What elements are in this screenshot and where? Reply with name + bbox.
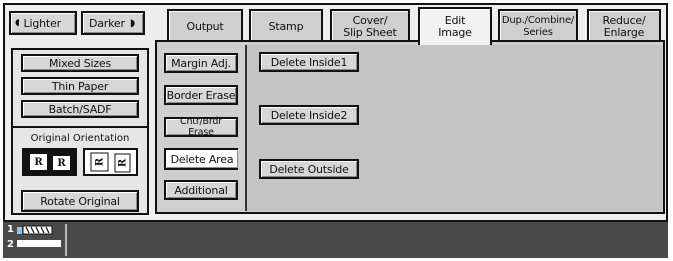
thin-paper-button[interactable]: Thin Paper (21, 77, 139, 95)
cntr-brdr-erase-label: Cntr/Brdr Erase (180, 116, 222, 138)
divider (13, 126, 147, 128)
status-divider (65, 224, 67, 256)
portrait-document-icon: R (52, 155, 71, 171)
tray1-paper-icon (17, 225, 53, 235)
additional-button[interactable]: Additional (164, 180, 238, 200)
tab-label: Reduce/ Enlarge (602, 13, 646, 39)
margin-adj-button[interactable]: Margin Adj. (164, 53, 238, 73)
tab-edit-image[interactable]: Edit Image (418, 7, 492, 45)
landscape-letter: R (94, 157, 105, 167)
border-erase-button[interactable]: Border Erase (164, 85, 238, 105)
portrait-letter: R (57, 157, 66, 169)
delete-inside1-label: Delete Inside1 (270, 55, 348, 69)
tab-label: Dup./Combine/ Series (501, 14, 575, 38)
additional-label: Additional (174, 183, 228, 197)
batch-sadf-label: Batch/SADF (48, 102, 112, 116)
lighter-label: Lighter (23, 16, 62, 30)
rotate-original-button[interactable]: Rotate Original (21, 190, 139, 212)
tab-reduce-enlarge[interactable]: Reduce/ Enlarge (587, 9, 661, 42)
left-options-column: Mixed Sizes Thin Paper Batch/SADF Origin… (11, 48, 149, 215)
darker-label: Darker (89, 16, 125, 30)
arrow-left-icon: ◖ (15, 17, 20, 28)
landscape-document-icon: R (90, 152, 109, 172)
thin-paper-label: Thin Paper (51, 79, 109, 93)
landscape-letter: R (117, 158, 128, 168)
tray2-number: 2 (7, 239, 14, 250)
status-bar: 1 2 (3, 222, 668, 258)
delete-inside1-button[interactable]: Delete Inside1 (259, 52, 359, 72)
tab-label: Cover/ Slip Sheet (343, 13, 397, 39)
delete-outside-button[interactable]: Delete Outside (259, 159, 359, 179)
original-orientation-title: Original Orientation (30, 133, 130, 144)
screen-content: ◖ Lighter Darker ◗ Output Stamp Cover/ S… (5, 5, 666, 220)
landscape-document-icon: R (114, 153, 131, 173)
tab-stamp[interactable]: Stamp (249, 9, 323, 42)
copier-screen: ◖ Lighter Darker ◗ Output Stamp Cover/ S… (0, 0, 673, 261)
batch-sadf-button[interactable]: Batch/SADF (21, 100, 139, 118)
tab-label: Stamp (268, 19, 304, 33)
mixed-sizes-label: Mixed Sizes (48, 56, 112, 70)
portrait-letter: R (34, 156, 43, 168)
tab-label: Output (186, 19, 224, 33)
landscape-orientation-button[interactable]: R R (83, 148, 138, 176)
delete-area-button[interactable]: Delete Area (164, 148, 238, 170)
cntr-brdr-erase-button[interactable]: Cntr/Brdr Erase (164, 116, 238, 138)
portrait-document-icon: R (29, 153, 48, 171)
darker-button[interactable]: Darker ◗ (81, 11, 145, 35)
tab-cover-slip-sheet[interactable]: Cover/ Slip Sheet (330, 9, 410, 42)
mixed-sizes-button[interactable]: Mixed Sizes (21, 54, 139, 72)
delete-inside2-label: Delete Inside2 (270, 108, 348, 122)
tray2-paper-icon (17, 240, 61, 247)
delete-inside2-button[interactable]: Delete Inside2 (259, 105, 359, 125)
border-erase-label: Border Erase (166, 88, 236, 102)
rotate-original-label: Rotate Original (40, 194, 120, 208)
tab-dup-combine-series[interactable]: Dup./Combine/ Series (498, 9, 578, 42)
delete-outside-label: Delete Outside (269, 162, 349, 176)
lighter-button[interactable]: ◖ Lighter (9, 11, 77, 35)
portrait-orientation-button[interactable]: R R (22, 148, 77, 176)
arrow-right-icon: ◗ (129, 17, 135, 29)
tray1-number: 1 (7, 224, 14, 235)
delete-area-label: Delete Area (170, 152, 234, 166)
tab-label: Edit Image (438, 14, 472, 39)
tab-output[interactable]: Output (167, 9, 243, 42)
margin-adj-label: Margin Adj. (171, 56, 231, 70)
